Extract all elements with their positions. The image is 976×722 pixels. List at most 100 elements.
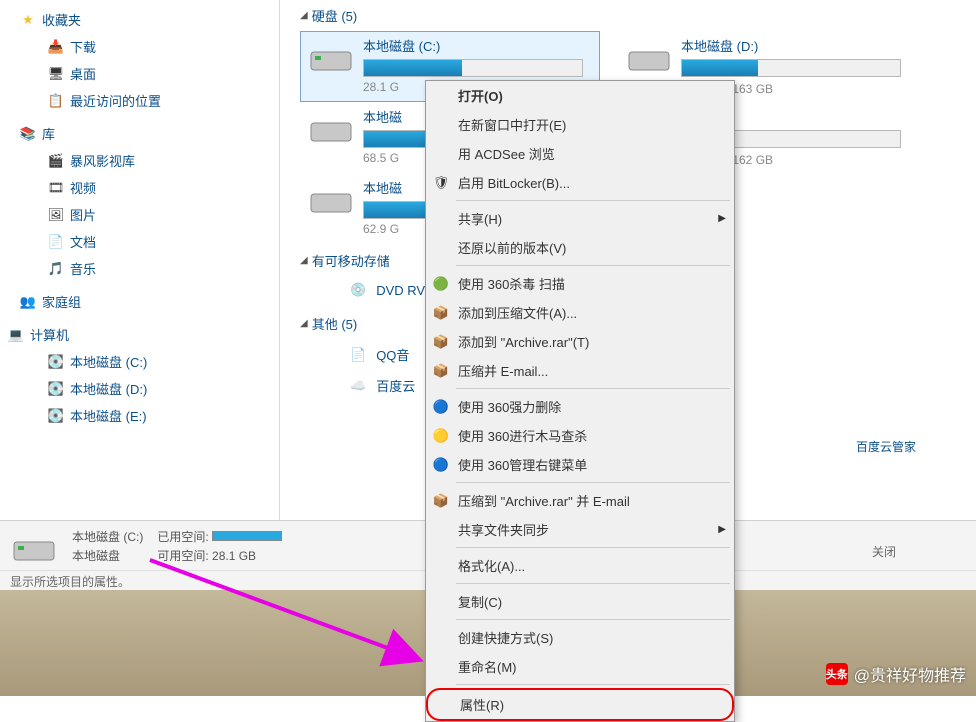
menu-compress-rar-email-label: 压缩到 "Archive.rar" 并 E-mail: [458, 491, 630, 510]
menu-360-force-delete[interactable]: 🔵使用 360强力删除: [426, 392, 734, 421]
menu-open[interactable]: 打开(O): [426, 81, 734, 110]
sidebar-music[interactable]: 🎵 音乐: [0, 255, 279, 282]
library-icon: 📚: [20, 126, 36, 142]
disk-icon: 💽: [48, 354, 64, 370]
menu-add-archive-rar[interactable]: 📦 添加到 "Archive.rar"(T): [426, 327, 734, 356]
sidebar-downloads[interactable]: 📥 下载: [0, 33, 279, 60]
menu-restore-previous[interactable]: 还原以前的版本(V): [426, 233, 734, 262]
baiduyun-label: 百度云: [376, 376, 415, 395]
homegroup-label: 家庭组: [42, 292, 81, 311]
menu-properties-label: 属性(R): [460, 695, 504, 714]
menu-open-label: 打开(O): [458, 86, 503, 105]
menu-add-archive[interactable]: 📦添加到压缩文件(A)...: [426, 298, 734, 327]
menu-separator: [456, 619, 730, 620]
homegroup-header[interactable]: 👥 家庭组: [0, 288, 279, 315]
qqmusic-label: QQ音: [376, 345, 409, 364]
sidebar-videos[interactable]: 🎞 视频: [0, 174, 279, 201]
documents-label: 文档: [70, 232, 96, 251]
menu-shortcut-label: 创建快捷方式(S): [458, 628, 553, 647]
navigation-sidebar: ★ 收藏夹 📥 下载 🖥 桌面 📋 最近访问的位置 📚 库 🎬 暴风影视库 🎞 …: [0, 0, 280, 520]
drive-icon: [307, 36, 355, 76]
sidebar-desktop[interactable]: 🖥 桌面: [0, 60, 279, 87]
menu-restore-label: 还原以前的版本(V): [458, 238, 566, 257]
status-drive-type: 本地磁盘: [72, 547, 143, 564]
computer-icon: 💻: [8, 327, 24, 343]
menu-compress-email-label: 压缩并 E-mail...: [458, 361, 548, 380]
right-panel-label1: 百度云管家: [856, 438, 916, 455]
menu-create-shortcut[interactable]: 创建快捷方式(S): [426, 623, 734, 652]
dvd-icon: 💿: [350, 282, 366, 298]
menu-share[interactable]: 共享(H) ▶: [426, 204, 734, 233]
menu-rename[interactable]: 重命名(M): [426, 652, 734, 681]
status-drive-name: 本地磁盘 (C:): [72, 528, 143, 545]
status-free-value: 28.1 GB: [212, 549, 256, 563]
drive-d-name: 本地磁盘 (D:): [681, 36, 911, 55]
sidebar-pictures[interactable]: 🖼 图片: [0, 201, 279, 228]
computer-header[interactable]: 💻 计算机: [0, 321, 279, 348]
menu-360scan[interactable]: 🟢使用 360杀毒 扫描: [426, 269, 734, 298]
video-lib-icon: 🎬: [48, 153, 64, 169]
other-header-text: 其他 (5): [312, 314, 358, 333]
sidebar-documents[interactable]: 📄 文档: [0, 228, 279, 255]
drive-e-label: 本地磁盘 (E:): [70, 406, 147, 425]
menu-acdsee[interactable]: 用 ACDSee 浏览: [426, 139, 734, 168]
file-icon: 📄: [350, 347, 366, 363]
recent-label: 最近访问的位置: [70, 91, 161, 110]
videolib-label: 暴风影视库: [70, 151, 135, 170]
capacity-bar: [363, 59, 583, 77]
menu-format-label: 格式化(A)...: [458, 556, 525, 575]
libraries-header[interactable]: 📚 库: [0, 120, 279, 147]
menu-share-label: 共享(H): [458, 209, 502, 228]
sidebar-drive-d[interactable]: 💽 本地磁盘 (D:): [0, 375, 279, 402]
shield-icon: 🛡: [432, 174, 450, 192]
menu-share-folder-sync[interactable]: 共享文件夹同步▶: [426, 515, 734, 544]
capacity-bar: [681, 59, 901, 77]
watermark-badge-icon: 头条: [826, 663, 848, 685]
dvd-label: DVD RV: [376, 283, 425, 298]
desktop-icon: 🖥: [48, 66, 64, 82]
menu-format[interactable]: 格式化(A)...: [426, 551, 734, 580]
drive-icon: [625, 36, 673, 76]
menu-open-new-window-label: 在新窗口中打开(E): [458, 115, 566, 134]
menu-rename-label: 重命名(M): [458, 657, 517, 676]
360-yellow-icon: 🟡: [432, 427, 450, 445]
favorites-header[interactable]: ★ 收藏夹: [0, 6, 279, 33]
menu-360-manage-label: 使用 360管理右键菜单: [458, 455, 587, 474]
sidebar-drive-e[interactable]: 💽 本地磁盘 (E:): [0, 402, 279, 429]
menu-bitlocker[interactable]: 🛡 启用 BitLocker(B)...: [426, 168, 734, 197]
menu-separator: [456, 684, 730, 685]
menu-360-trojanscan[interactable]: 🟡使用 360进行木马查杀: [426, 421, 734, 450]
sidebar-recent[interactable]: 📋 最近访问的位置: [0, 87, 279, 114]
menu-add-archive-label: 添加到压缩文件(A)...: [458, 303, 577, 322]
hint-text: 显示所选项目的属性。: [10, 575, 130, 589]
hard-disk-header[interactable]: ◢ 硬盘 (5): [300, 6, 976, 25]
sidebar-drive-c[interactable]: 💽 本地磁盘 (C:): [0, 348, 279, 375]
menu-separator: [456, 265, 730, 266]
drive-icon: [307, 178, 355, 218]
menu-copy[interactable]: 复制(C): [426, 587, 734, 616]
menu-open-new-window[interactable]: 在新窗口中打开(E): [426, 110, 734, 139]
menu-360-manage-context[interactable]: 🔵使用 360管理右键菜单: [426, 450, 734, 479]
menu-acdsee-label: 用 ACDSee 浏览: [458, 144, 555, 163]
archive-icon: 📦: [432, 333, 450, 351]
menu-separator: [456, 547, 730, 548]
hard-disk-header-text: 硬盘 (5): [312, 6, 358, 25]
download-icon: 📥: [48, 39, 64, 55]
pictures-icon: 🖼: [48, 207, 64, 223]
music-icon: 🎵: [48, 261, 64, 277]
menu-add-rar-label: 添加到 "Archive.rar"(T): [458, 332, 589, 351]
menu-bitlocker-label: 启用 BitLocker(B)...: [458, 173, 570, 192]
sidebar-videolib[interactable]: 🎬 暴风影视库: [0, 147, 279, 174]
submenu-arrow-icon: ▶: [718, 213, 726, 224]
menu-separator: [456, 200, 730, 201]
menu-separator: [456, 482, 730, 483]
desktop-label: 桌面: [70, 64, 96, 83]
menu-compress-rar-email[interactable]: 📦 压缩到 "Archive.rar" 并 E-mail: [426, 486, 734, 515]
drive-icon: [307, 107, 355, 147]
watermark-text: @贵祥好物推荐: [854, 662, 966, 686]
archive-icon: 📦: [432, 492, 450, 510]
documents-icon: 📄: [48, 234, 64, 250]
menu-compress-email[interactable]: 📦压缩并 E-mail...: [426, 356, 734, 385]
menu-properties[interactable]: 属性(R): [426, 688, 734, 721]
disk-icon: 💽: [48, 381, 64, 397]
